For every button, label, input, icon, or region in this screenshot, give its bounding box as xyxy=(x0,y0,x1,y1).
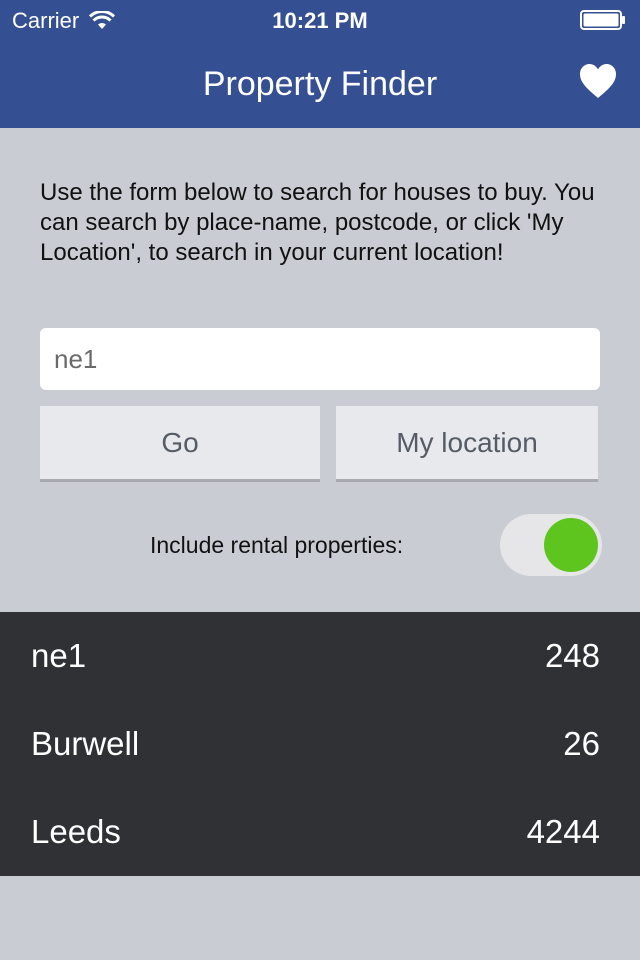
page-title: Property Finder xyxy=(202,65,438,103)
result-place: Burwell xyxy=(31,725,140,762)
instructions-text: Use the form below to search for houses … xyxy=(40,179,595,266)
rental-toggle[interactable] xyxy=(500,514,602,576)
result-count: 26 xyxy=(563,725,600,762)
status-bar: Carrier 10:21 PM xyxy=(0,0,640,40)
status-time: 10:21 PM xyxy=(272,8,368,33)
list-item[interactable]: ne1 248 xyxy=(0,612,640,700)
rental-toggle-label: Include rental properties: xyxy=(150,532,404,558)
search-form: Use the form below to search for houses … xyxy=(0,128,640,612)
navigation-bar: Carrier 10:21 PM Property Finder xyxy=(0,0,640,128)
results-list: ne1 248 Burwell 26 Leeds 4244 xyxy=(0,612,640,876)
search-input[interactable] xyxy=(40,328,600,390)
battery-icon xyxy=(580,10,625,30)
result-count: 248 xyxy=(544,637,600,674)
heart-icon[interactable] xyxy=(578,62,618,100)
list-item[interactable]: Burwell 26 xyxy=(0,700,640,788)
result-place: Leeds xyxy=(31,813,121,850)
result-count: 4244 xyxy=(526,813,600,850)
toggle-knob xyxy=(544,518,598,572)
my-location-button[interactable]: My location xyxy=(336,406,598,482)
go-button[interactable]: Go xyxy=(40,406,320,482)
list-item[interactable]: Leeds 4244 xyxy=(0,788,640,876)
empty-area xyxy=(0,876,640,960)
result-place: ne1 xyxy=(31,637,87,674)
